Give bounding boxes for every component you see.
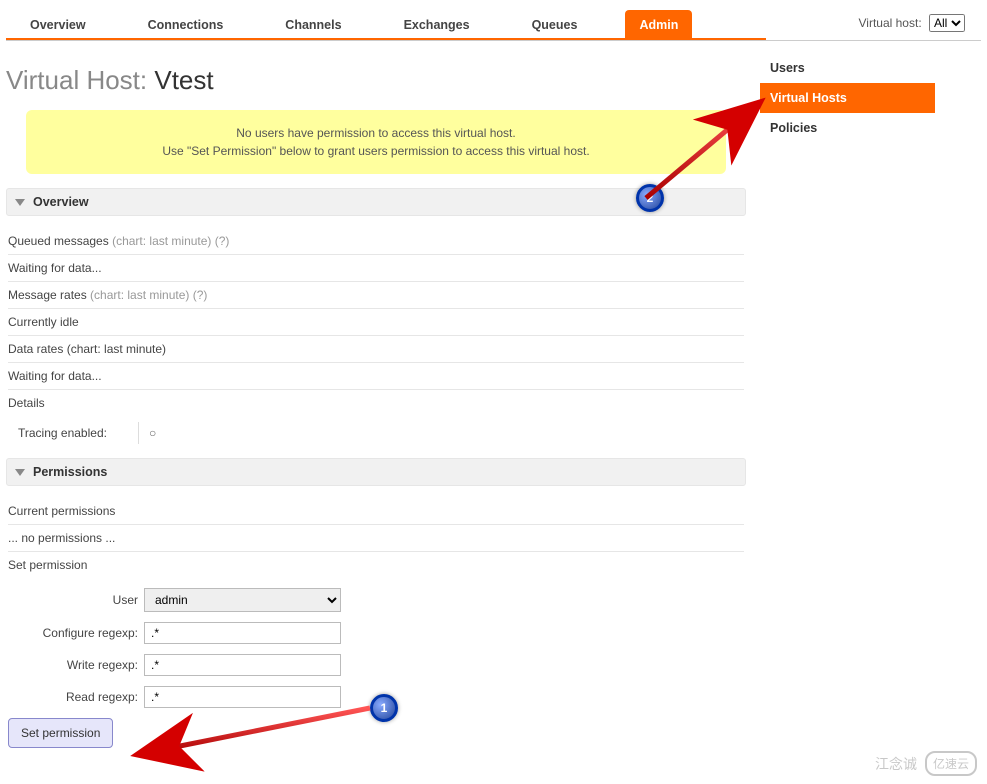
step-badge-1: 1 — [370, 694, 398, 722]
details-label: Details — [8, 390, 744, 416]
overview-section-body: Queued messages (chart: last minute) (?)… — [6, 228, 746, 458]
set-permission-button[interactable]: Set permission — [8, 718, 113, 748]
queued-messages-label: Queued messages — [8, 234, 109, 248]
tracing-row: Tracing enabled: ○ — [8, 422, 744, 444]
tab-admin[interactable]: Admin — [625, 10, 692, 38]
overview-section-title: Overview — [33, 195, 89, 209]
current-permissions-label: Current permissions — [8, 498, 744, 525]
configure-input[interactable] — [144, 622, 341, 644]
page-title-name: Vtest — [154, 65, 213, 95]
data-rates-row: Data rates (chart: last minute) — [8, 336, 744, 363]
currently-idle-row: Currently idle — [8, 309, 744, 336]
permissions-section-title: Permissions — [33, 465, 107, 479]
page-title: Virtual Host: Vtest — [6, 65, 746, 96]
vhost-select[interactable]: All — [929, 14, 965, 32]
overview-section-header[interactable]: Overview — [6, 188, 746, 216]
vhost-label: Virtual host: — [859, 16, 922, 30]
tab-exchanges[interactable]: Exchanges — [390, 10, 484, 38]
tab-connections[interactable]: Connections — [134, 10, 238, 38]
user-label: User — [8, 593, 144, 607]
warning-line-2: Use "Set Permission" below to grant user… — [44, 142, 708, 160]
write-label: Write regexp: — [8, 658, 144, 672]
sidebar-item-users[interactable]: Users — [760, 53, 935, 83]
message-rates-note: (chart: last minute) — [87, 288, 193, 302]
user-select[interactable]: admin — [144, 588, 341, 612]
queued-messages-row: Queued messages (chart: last minute) (?) — [8, 228, 744, 255]
data-rates-waiting-row: Waiting for data... — [8, 363, 744, 390]
warning-banner: No users have permission to access this … — [26, 110, 726, 174]
chevron-down-icon — [15, 199, 25, 206]
configure-label: Configure regexp: — [8, 626, 144, 640]
permissions-section-body: Current permissions ... no permissions .… — [6, 498, 746, 762]
message-rates-row: Message rates (chart: last minute) (?) — [8, 282, 744, 309]
read-label: Read regexp: — [8, 690, 144, 704]
vhost-selector: Virtual host: All — [859, 14, 966, 32]
sidebar-item-policies[interactable]: Policies — [760, 113, 935, 143]
step-badge-2: 2 — [636, 184, 664, 212]
set-permission-label: Set permission — [8, 552, 744, 578]
queued-waiting-row: Waiting for data... — [8, 255, 744, 282]
main-column: Virtual Host: Vtest No users have permis… — [6, 49, 752, 762]
tracing-value: ○ — [138, 422, 166, 444]
tracing-label: Tracing enabled: — [8, 426, 138, 440]
main-tabs: Overview Connections Channels Exchanges … — [6, 6, 766, 40]
message-rates-label: Message rates — [8, 288, 87, 302]
chevron-down-icon — [15, 469, 25, 476]
no-permissions-text: ... no permissions ... — [8, 525, 744, 552]
top-bar: Overview Connections Channels Exchanges … — [6, 6, 981, 41]
warning-line-1: No users have permission to access this … — [44, 124, 708, 142]
side-nav: Users Virtual Hosts Policies — [760, 53, 935, 143]
sidebar-item-virtual-hosts[interactable]: Virtual Hosts — [760, 83, 935, 113]
tab-channels[interactable]: Channels — [271, 10, 355, 38]
permission-form: User admin Configure regexp: Write regex… — [8, 588, 744, 748]
watermark: 江念诚 亿速云 — [875, 751, 977, 776]
queued-messages-note: (chart: last minute) — [109, 234, 215, 248]
tab-queues[interactable]: Queues — [518, 10, 592, 38]
message-rates-help[interactable]: (?) — [193, 288, 208, 302]
queued-messages-help[interactable]: (?) — [215, 234, 230, 248]
read-input[interactable] — [144, 686, 341, 708]
write-input[interactable] — [144, 654, 341, 676]
page-title-prefix: Virtual Host: — [6, 65, 154, 95]
watermark-brand: 亿速云 — [925, 751, 977, 776]
permissions-section-header[interactable]: Permissions — [6, 458, 746, 486]
watermark-text: 江念诚 — [875, 754, 917, 774]
tab-overview[interactable]: Overview — [16, 10, 100, 38]
